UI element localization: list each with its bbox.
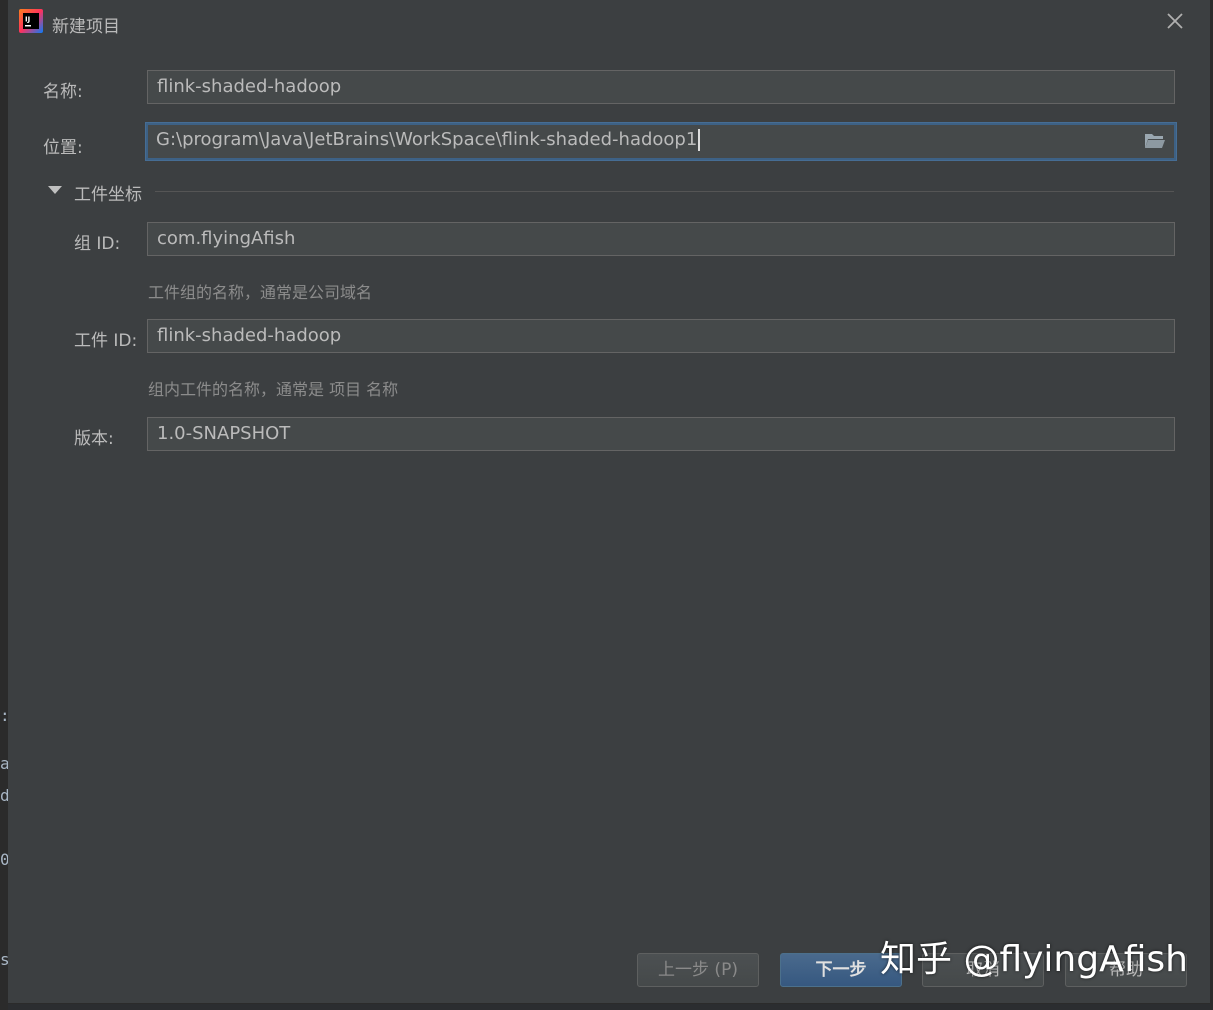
- triangle-down-icon: [48, 186, 62, 194]
- section-divider: [155, 191, 1174, 192]
- artifact-id-hint: 组内工件的名称，通常是 项目 名称: [148, 380, 399, 399]
- location-input[interactable]: G:\program\Java\JetBrains\WorkSpace\flin…: [146, 123, 1176, 160]
- new-project-dialog: IJ 新建项目 名称: flink-shaded-hadoop 位置: G:\p…: [8, 0, 1211, 1004]
- location-label: 位置:: [43, 138, 83, 158]
- artifact-id-label: 工件 ID:: [74, 331, 138, 351]
- group-id-input[interactable]: com.flyingAfish: [147, 222, 1175, 256]
- previous-button[interactable]: 上一步 (P): [637, 953, 759, 987]
- section-title: 工件坐标: [74, 185, 142, 205]
- group-id-hint: 工件组的名称，通常是公司域名: [148, 283, 373, 302]
- name-input-value: flink-shaded-hadoop: [157, 76, 342, 97]
- name-input[interactable]: flink-shaded-hadoop: [147, 70, 1175, 104]
- folder-open-icon[interactable]: [1144, 132, 1166, 149]
- version-input[interactable]: 1.0-SNAPSHOT: [147, 417, 1175, 451]
- text-caret: [698, 129, 701, 151]
- version-label: 版本:: [74, 429, 114, 449]
- version-input-value: 1.0-SNAPSHOT: [157, 423, 291, 444]
- artifact-id-input[interactable]: flink-shaded-hadoop: [147, 319, 1175, 353]
- background-editor-strip: : a d 0 s: [0, 0, 10, 1010]
- group-id-input-value: com.flyingAfish: [157, 228, 296, 249]
- group-id-label: 组 ID:: [74, 234, 121, 254]
- close-icon[interactable]: [1164, 10, 1186, 32]
- watermark-text: 知乎 @flyingAfish: [880, 939, 1188, 980]
- dialog-title: 新建项目: [52, 17, 120, 37]
- artifact-id-input-value: flink-shaded-hadoop: [157, 325, 342, 346]
- dialog-titlebar: IJ 新建项目: [8, 0, 1210, 44]
- svg-text:IJ: IJ: [25, 16, 30, 24]
- location-input-value: G:\program\Java\JetBrains\WorkSpace\flin…: [156, 129, 698, 150]
- name-label: 名称:: [43, 82, 83, 102]
- intellij-idea-icon: IJ: [19, 9, 43, 33]
